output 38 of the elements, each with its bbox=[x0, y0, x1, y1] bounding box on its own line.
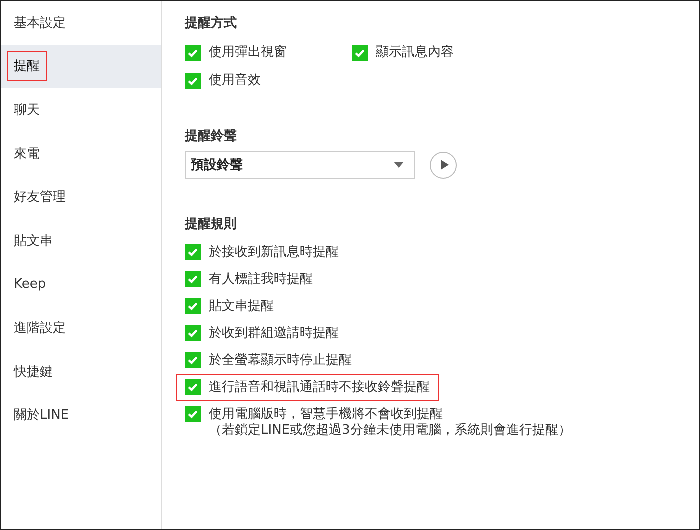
caret-icon bbox=[394, 162, 404, 168]
checkbox[interactable] bbox=[185, 298, 201, 314]
checkbox-label: 貼文串提醒 bbox=[209, 298, 274, 315]
checkbox[interactable] bbox=[185, 406, 201, 422]
checkbox-label: 進行語音和視訊通話時不接收鈴聲提醒 bbox=[209, 379, 430, 396]
play-icon bbox=[440, 160, 448, 170]
checkbox-label: 有人標註我時提醒 bbox=[209, 271, 313, 288]
sidebar-item[interactable]: 進階設定 bbox=[1, 306, 161, 350]
checkbox[interactable] bbox=[185, 352, 201, 368]
sidebar-item[interactable]: 關於LINE bbox=[1, 393, 161, 437]
checkbox-label: 於全螢幕顯示時停止提醒 bbox=[209, 352, 352, 369]
section-title: 提醒鈴聲 bbox=[185, 128, 238, 146]
sidebar-item[interactable]: 來電 bbox=[1, 132, 161, 176]
checkbox-label: 使用彈出視窗 bbox=[209, 44, 287, 61]
sidebar-item[interactable]: 貼文串 bbox=[1, 218, 161, 263]
checkbox[interactable] bbox=[185, 271, 201, 287]
sidebar-item[interactable]: 提醒 bbox=[1, 44, 161, 88]
checkbox[interactable] bbox=[185, 379, 201, 395]
checkbox[interactable] bbox=[352, 44, 368, 60]
note-text: （若鎖定LINE或您超過3分鐘未使用電腦，系統則會進行提醒） bbox=[209, 423, 572, 439]
sidebar-item[interactable]: 聊天 bbox=[1, 88, 161, 132]
checkbox-label: 使用電腦版時，智慧手機將不會收到提醒 bbox=[209, 406, 444, 423]
checkbox[interactable] bbox=[185, 325, 201, 341]
checkbox[interactable] bbox=[185, 244, 201, 260]
checkbox-label: 於收到群組邀請時提醒 bbox=[209, 325, 339, 342]
play-button[interactable] bbox=[430, 152, 457, 178]
section-title: 提醒規則 bbox=[185, 216, 238, 234]
section-title: 提醒方式 bbox=[185, 14, 238, 33]
ringtone-dropdown[interactable]: 預設鈴聲 bbox=[185, 151, 415, 179]
checkbox[interactable] bbox=[185, 72, 201, 88]
checkbox-label: 使用音效 bbox=[209, 72, 261, 89]
sidebar-item[interactable]: Keep bbox=[1, 262, 161, 306]
sidebar-item[interactable]: 基本設定 bbox=[1, 1, 161, 45]
sidebar-item[interactable]: 好友管理 bbox=[1, 175, 161, 219]
checkbox-label: 顯示訊息內容 bbox=[376, 44, 454, 61]
checkbox-label: 於接收到新訊息時提醒 bbox=[209, 244, 339, 261]
sidebar-item[interactable]: 快捷鍵 bbox=[1, 350, 161, 394]
checkbox[interactable] bbox=[185, 44, 201, 60]
